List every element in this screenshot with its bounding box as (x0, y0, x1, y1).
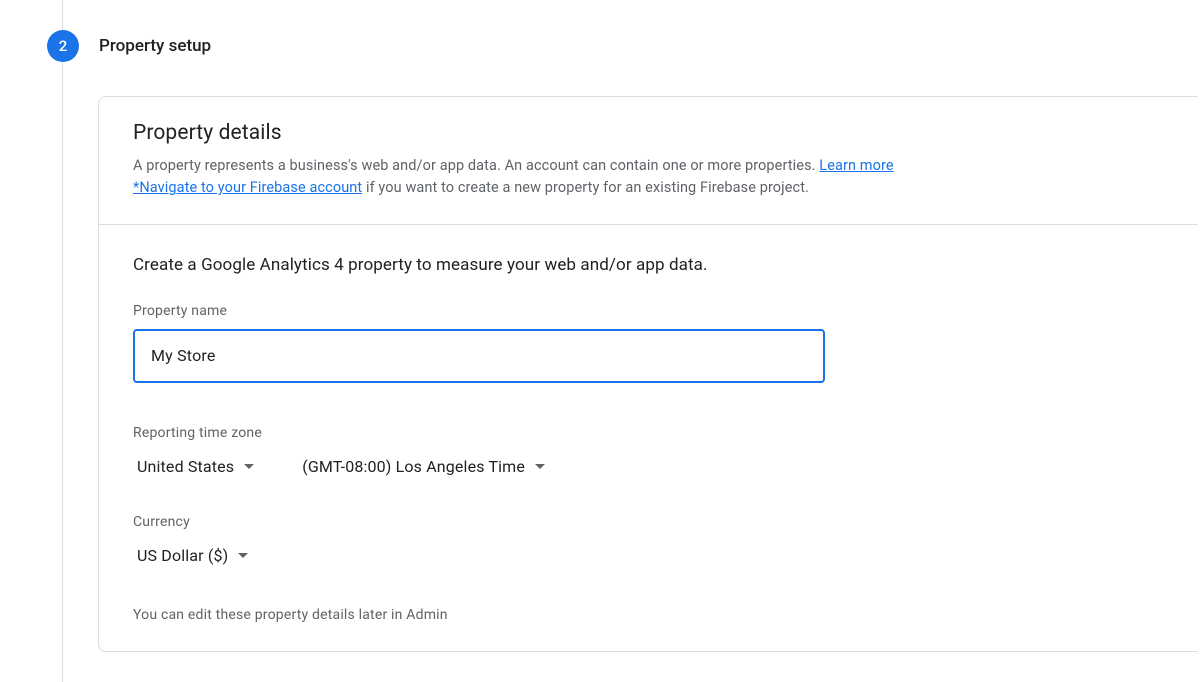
card-desc-text: A property represents a business's web a… (133, 157, 819, 174)
edit-later-hint: You can edit these property details late… (133, 607, 1164, 623)
currency-dropdown[interactable]: US Dollar ($) (133, 540, 252, 571)
learn-more-link[interactable]: Learn more (819, 157, 893, 174)
timezone-value: (GMT-08:00) Los Angeles Time (302, 457, 525, 476)
card-header-title: Property details (133, 121, 1164, 145)
card-header-description: A property represents a business's web a… (133, 155, 1164, 200)
step-number: 2 (59, 37, 68, 55)
stepper-line-bottom (62, 62, 63, 682)
timezone-country-dropdown[interactable]: United States (133, 451, 258, 482)
stepper-line-top (62, 0, 63, 30)
timezone-country-value: United States (137, 457, 234, 476)
step-header: 2 Property setup (47, 30, 211, 62)
property-setup-card: Property details A property represents a… (98, 96, 1198, 652)
firebase-suffix: if you want to create a new property for… (362, 179, 809, 196)
property-name-input[interactable] (133, 329, 825, 383)
currency-value: US Dollar ($) (137, 546, 228, 565)
firebase-link[interactable]: *Navigate to your Firebase account (133, 179, 362, 196)
step-number-badge: 2 (47, 30, 79, 62)
card-header: Property details A property represents a… (99, 97, 1198, 225)
timezone-value-dropdown[interactable]: (GMT-08:00) Los Angeles Time (298, 451, 549, 482)
caret-down-icon (535, 464, 545, 469)
caret-down-icon (238, 553, 248, 558)
timezone-label: Reporting time zone (133, 425, 1164, 441)
caret-down-icon (244, 464, 254, 469)
card-body: Create a Google Analytics 4 property to … (99, 225, 1198, 651)
timezone-row: United States (GMT-08:00) Los Angeles Ti… (133, 451, 1164, 482)
property-name-label: Property name (133, 303, 1164, 319)
currency-label: Currency (133, 514, 1164, 530)
currency-block: Currency US Dollar ($) (133, 514, 1164, 571)
section-heading: Create a Google Analytics 4 property to … (133, 255, 1164, 275)
step-title: Property setup (99, 36, 211, 56)
